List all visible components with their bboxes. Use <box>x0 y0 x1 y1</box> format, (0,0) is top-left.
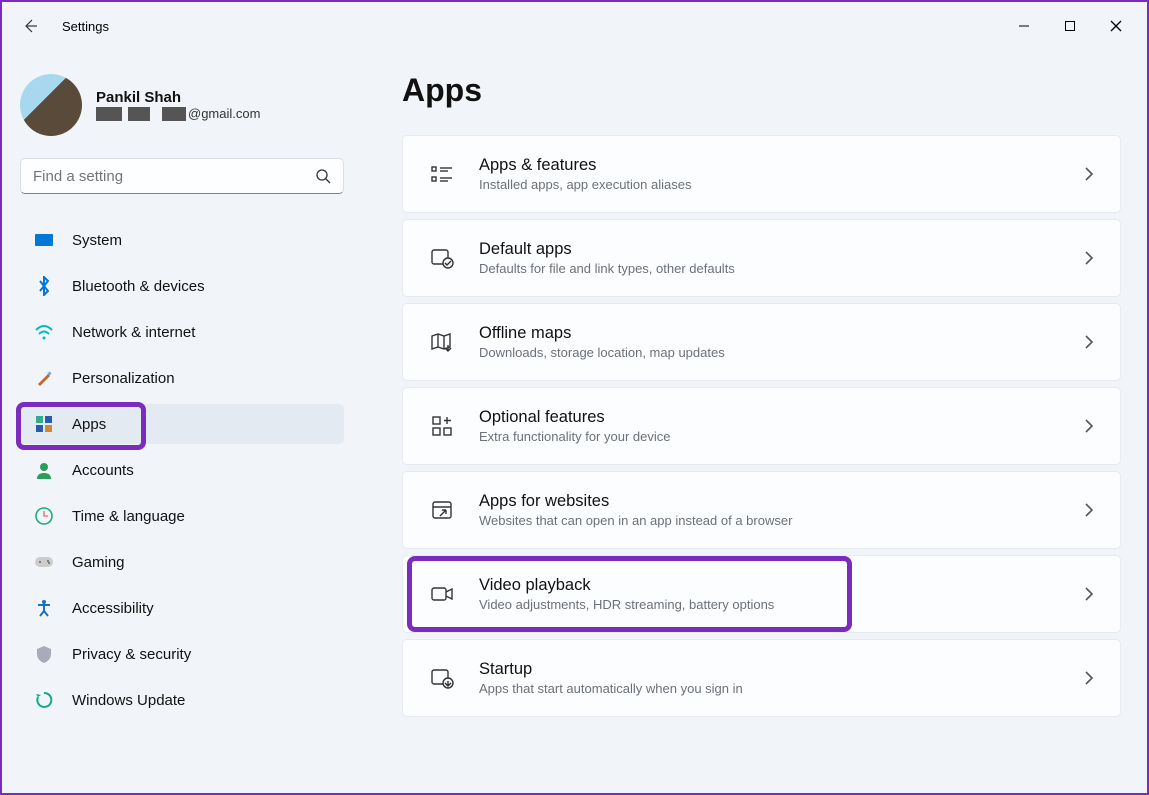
profile-name: Pankil Shah <box>96 89 260 106</box>
accessibility-icon <box>34 598 54 618</box>
chevron-right-icon <box>1084 251 1094 265</box>
chevron-right-icon <box>1084 587 1094 601</box>
sidebar-item-label: Privacy & security <box>72 646 191 663</box>
sidebar-item-personalization[interactable]: Personalization <box>20 358 344 398</box>
page-title: Apps <box>402 72 1121 109</box>
startup-icon <box>429 665 455 691</box>
profile-block[interactable]: Pankil Shah @gmail.com <box>20 74 344 136</box>
default-apps-icon <box>429 245 455 271</box>
system-icon <box>34 230 54 250</box>
close-button[interactable] <box>1093 6 1139 46</box>
sidebar-item-label: Time & language <box>72 508 185 525</box>
back-button[interactable] <box>10 6 50 46</box>
network-icon <box>34 322 54 342</box>
sidebar-item-label: Apps <box>72 416 106 433</box>
search-field[interactable] <box>33 168 315 185</box>
chevron-right-icon <box>1084 419 1094 433</box>
offline-maps-icon <box>429 329 455 355</box>
card-video-playback[interactable]: Video playback Video adjustments, HDR str… <box>402 555 1121 633</box>
card-title: Apps for websites <box>479 492 792 511</box>
sidebar-item-label: Accounts <box>72 462 134 479</box>
chevron-right-icon <box>1084 167 1094 181</box>
card-offline-maps[interactable]: Offline maps Downloads, storage location,… <box>402 303 1121 381</box>
sidebar-item-accounts[interactable]: Accounts <box>20 450 344 490</box>
card-title: Default apps <box>479 240 735 259</box>
sidebar-item-label: Windows Update <box>72 692 185 709</box>
card-title: Offline maps <box>479 324 725 343</box>
card-subtitle: Video adjustments, HDR streaming, batter… <box>479 597 774 612</box>
gaming-icon <box>34 552 54 572</box>
sidebar-item-network[interactable]: Network & internet <box>20 312 344 352</box>
privacy-icon <box>34 644 54 664</box>
sidebar-item-update[interactable]: Windows Update <box>20 680 344 720</box>
apps-features-icon <box>429 161 455 187</box>
main-content: Apps Apps & features Installed apps, app … <box>362 50 1147 793</box>
chevron-right-icon <box>1084 335 1094 349</box>
card-title: Startup <box>479 660 743 679</box>
minimize-button[interactable] <box>1001 6 1047 46</box>
profile-email: @gmail.com <box>96 106 260 121</box>
search-icon <box>315 168 331 184</box>
card-subtitle: Apps that start automatically when you s… <box>479 681 743 696</box>
card-subtitle: Installed apps, app execution aliases <box>479 177 691 192</box>
apps-icon <box>34 414 54 434</box>
card-subtitle: Defaults for file and link types, other … <box>479 261 735 276</box>
time-icon <box>34 506 54 526</box>
sidebar-item-system[interactable]: System <box>20 220 344 260</box>
bluetooth-icon <box>34 276 54 296</box>
card-default-apps[interactable]: Default apps Defaults for file and link t… <box>402 219 1121 297</box>
sidebar-item-gaming[interactable]: Gaming <box>20 542 344 582</box>
video-playback-icon <box>429 581 455 607</box>
maximize-button[interactable] <box>1047 6 1093 46</box>
sidebar-item-privacy[interactable]: Privacy & security <box>20 634 344 674</box>
card-title: Optional features <box>479 408 670 427</box>
accounts-icon <box>34 460 54 480</box>
card-subtitle: Downloads, storage location, map updates <box>479 345 725 360</box>
sidebar-item-accessibility[interactable]: Accessibility <box>20 588 344 628</box>
card-title: Video playback <box>479 576 774 595</box>
sidebar-item-apps[interactable]: Apps <box>20 404 344 444</box>
update-icon <box>34 690 54 710</box>
sidebar-item-label: Network & internet <box>72 324 195 341</box>
card-subtitle: Websites that can open in an app instead… <box>479 513 792 528</box>
sidebar-item-label: System <box>72 232 122 249</box>
sidebar-item-label: Gaming <box>72 554 125 571</box>
window-title: Settings <box>62 19 109 34</box>
chevron-right-icon <box>1084 671 1094 685</box>
card-title: Apps & features <box>479 156 691 175</box>
card-subtitle: Extra functionality for your device <box>479 429 670 444</box>
personalization-icon <box>34 368 54 388</box>
sidebar-item-time[interactable]: Time & language <box>20 496 344 536</box>
card-startup[interactable]: Startup Apps that start automatically whe… <box>402 639 1121 717</box>
sidebar-item-bluetooth[interactable]: Bluetooth & devices <box>20 266 344 306</box>
chevron-right-icon <box>1084 503 1094 517</box>
apps-websites-icon <box>429 497 455 523</box>
sidebar: Pankil Shah @gmail.com System Bluetooth &… <box>2 50 362 793</box>
search-input[interactable] <box>20 158 344 194</box>
optional-features-icon <box>429 413 455 439</box>
sidebar-item-label: Personalization <box>72 370 175 387</box>
sidebar-item-label: Accessibility <box>72 600 154 617</box>
card-optional-features[interactable]: Optional features Extra functionality for… <box>402 387 1121 465</box>
card-apps-websites[interactable]: Apps for websites Websites that can open … <box>402 471 1121 549</box>
avatar <box>20 74 82 136</box>
card-apps-features[interactable]: Apps & features Installed apps, app execu… <box>402 135 1121 213</box>
sidebar-item-label: Bluetooth & devices <box>72 278 205 295</box>
